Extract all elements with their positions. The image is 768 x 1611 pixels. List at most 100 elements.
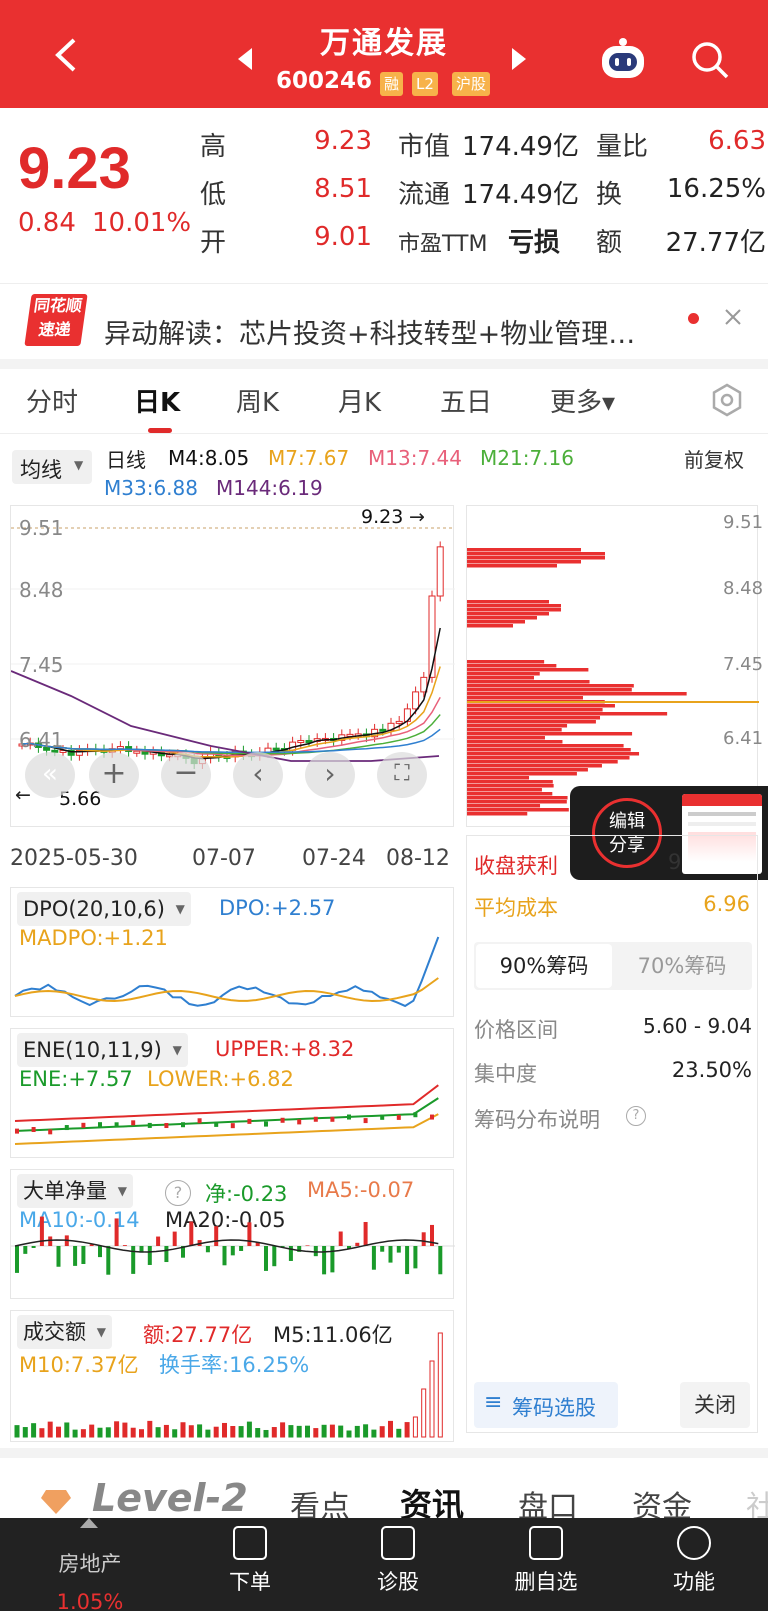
- tab-level2[interactable]: Level-2: [92, 1476, 248, 1520]
- big-order-svg: [11, 1216, 455, 1275]
- amount-panel[interactable]: 成交额 ▼ 额:27.77亿 M5:11.06亿 M10:7.37亿 换手率:16…: [10, 1310, 454, 1442]
- mktcap-label: 市值: [398, 132, 451, 162]
- nav-functions-label: 功能: [673, 1570, 715, 1594]
- tab-daily-k[interactable]: 日K: [134, 382, 180, 419]
- scroll-right-button[interactable]: ›: [305, 752, 355, 798]
- tab-intraday[interactable]: 分时: [26, 382, 78, 419]
- robot-assistant-icon[interactable]: [598, 36, 648, 82]
- big-order-bar: [189, 1221, 194, 1246]
- news-headline[interactable]: 异动解读：芯片投资+科技转型+物业管理…: [104, 312, 635, 351]
- chip-bar: [467, 760, 618, 764]
- big-order-bar: [73, 1246, 78, 1266]
- chip-select-button[interactable]: ≡ 筹码选股: [474, 1382, 618, 1428]
- ene-panel[interactable]: ENE(10,11,9) ▼ UPPER:+8.32 ENE:+7.57 LOWE…: [10, 1028, 454, 1158]
- candle: [67, 745, 75, 761]
- nav-remove-watchlist[interactable]: 删自选: [496, 1526, 596, 1596]
- zoom-out-button[interactable]: −: [161, 752, 211, 798]
- nav-diagnose-label: 诊股: [377, 1570, 419, 1594]
- settings-icon[interactable]: [710, 383, 744, 417]
- scroll-left-button[interactable]: ‹: [233, 752, 283, 798]
- chip-bar: [467, 752, 640, 756]
- tab-more[interactable]: 更多▾: [550, 382, 615, 419]
- chip-bar: [467, 692, 687, 696]
- amount-bar: [172, 1429, 178, 1438]
- high-arrow-icon: →: [409, 506, 425, 528]
- concentration-value: 23.50%: [671, 1058, 752, 1082]
- nav-order[interactable]: 下单: [200, 1526, 300, 1596]
- ma-m144: M144:6.19: [216, 476, 323, 500]
- chip-close-button[interactable]: 关闭: [680, 1382, 750, 1428]
- amount-bar: [354, 1425, 360, 1438]
- nav-diagnose[interactable]: 诊股: [348, 1526, 448, 1596]
- kline-chart[interactable]: 9.51 8.48 7.45 6.41 9.23 → ← 5.66 « + − …: [10, 505, 455, 827]
- amount-value: 27.77亿: [665, 228, 766, 258]
- chip-bar: [467, 664, 557, 668]
- tab-five-day[interactable]: 五日: [440, 382, 492, 419]
- chip-bar: [467, 804, 541, 808]
- chip-bar: [467, 624, 513, 628]
- y-tick-641: 6.41: [19, 728, 64, 752]
- fullscreen-button[interactable]: ⛶: [377, 752, 427, 798]
- amount-bar: [363, 1424, 369, 1438]
- adjust-mode[interactable]: 前复权: [684, 444, 744, 473]
- amount-bar: [321, 1424, 327, 1438]
- ene-candle: [264, 1121, 268, 1127]
- big-order-panel[interactable]: 大单净量 ▼ ? 净:-0.23 MA5:-0.07 MA10:-0.14 MA2…: [10, 1169, 455, 1299]
- chip-bar: [467, 564, 557, 568]
- chip-help-label[interactable]: 筹码分布说明: [474, 1104, 600, 1134]
- edit-share-button[interactable]: 编辑 分享: [592, 798, 662, 868]
- chip-bar: [467, 672, 540, 676]
- amount-bar: [72, 1429, 78, 1438]
- prev-stock-icon[interactable]: [238, 48, 252, 70]
- tab-monthly-k[interactable]: 月K: [338, 382, 381, 419]
- big-order-bar: [405, 1246, 410, 1275]
- chip-tick-848: 8.48: [723, 578, 764, 599]
- zoom-in-button[interactable]: +: [89, 752, 139, 798]
- sector-name[interactable]: 房地产: [40, 1548, 140, 1578]
- chip-tick-951: 9.51: [723, 512, 764, 533]
- candle: [141, 745, 149, 760]
- chip-distribution-chart[interactable]: 9.51 8.48 7.45 6.41: [466, 505, 763, 827]
- range-label: 价格区间: [474, 1018, 558, 1042]
- chip-bar: [467, 616, 537, 620]
- candle: [403, 703, 411, 727]
- amount-bar: [222, 1422, 227, 1438]
- big-order-bar: [313, 1246, 318, 1257]
- help-icon[interactable]: ?: [626, 1106, 646, 1126]
- profit-label: 收盘获利: [474, 854, 558, 878]
- next-stock-icon[interactable]: [512, 48, 526, 70]
- amount-bar: [22, 1427, 28, 1438]
- search-icon[interactable]: [690, 40, 730, 80]
- dpo-panel[interactable]: DPO(20,10,6) ▼ DPO:+2.57 MADPO:+1.21: [10, 887, 454, 1017]
- range-value: 5.60 - 9.04: [643, 1014, 752, 1038]
- scroll-start-button[interactable]: «: [25, 752, 75, 798]
- tab-weekly-k[interactable]: 周K: [236, 382, 279, 419]
- amount-bar: [139, 1429, 144, 1438]
- amount-bar: [39, 1428, 45, 1438]
- expand-up-icon[interactable]: [80, 1518, 98, 1528]
- amount-bar: [213, 1426, 219, 1438]
- news-logo: 同花顺 速递: [24, 294, 88, 346]
- nav-functions[interactable]: 功能: [644, 1526, 744, 1596]
- amount-bar: [89, 1424, 95, 1438]
- chip-bar: [467, 788, 542, 792]
- chip-90-tab[interactable]: 90%筹码: [476, 944, 612, 988]
- high-marker-label: 9.23: [361, 506, 404, 528]
- chip-bar: [467, 704, 615, 708]
- close-icon[interactable]: [724, 308, 742, 326]
- big-order-bar: [48, 1236, 53, 1246]
- last-price: 9.23: [18, 136, 131, 201]
- amount-bar: [47, 1421, 53, 1438]
- big-order-bar: [247, 1222, 252, 1246]
- screenshot-thumbnail[interactable]: [682, 794, 762, 874]
- ma-selector[interactable]: 均线 ▼: [12, 450, 92, 484]
- chip-bar: [467, 764, 602, 768]
- ene-candle: [114, 1122, 119, 1128]
- chip-bar: [467, 776, 530, 780]
- chip-70-tab[interactable]: 70%筹码: [614, 944, 750, 988]
- concentration-label: 集中度: [474, 1062, 537, 1086]
- amount-bar: [412, 1416, 418, 1438]
- profit-hidden-value: 9: [668, 850, 682, 874]
- amount-bar: [147, 1420, 153, 1438]
- diagnose-icon: [381, 1526, 415, 1560]
